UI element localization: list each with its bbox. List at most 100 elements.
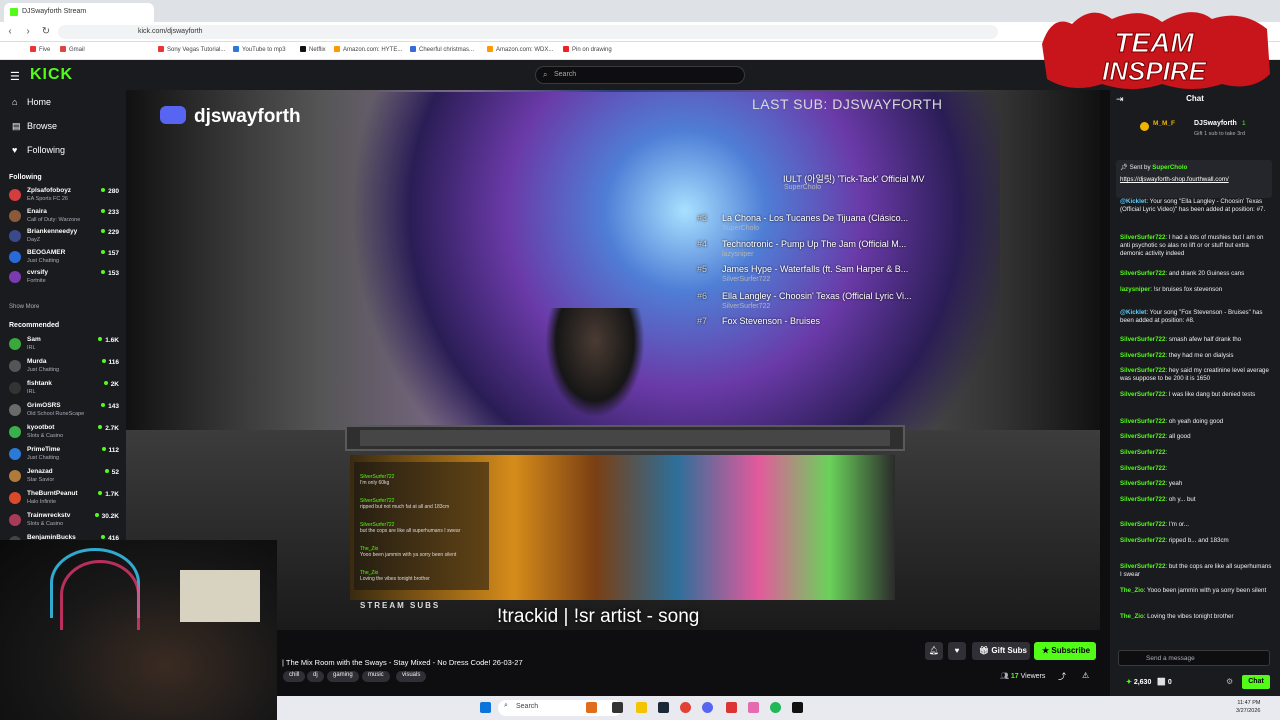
tag-chill[interactable]: chill bbox=[283, 671, 306, 682]
chat-username[interactable]: @Kicklet bbox=[1120, 198, 1146, 205]
bookmark-label: Cheerful christmas... bbox=[419, 47, 475, 53]
chat-text: : and drank 20 Guiness cans bbox=[1165, 270, 1245, 277]
overlay-chat-message: The_Zio Loving the vibes tonight brother bbox=[360, 570, 430, 582]
url-field[interactable]: kick.com/djswayforth bbox=[58, 25, 998, 39]
chat-username[interactable]: SilverSurfer722 bbox=[1120, 418, 1165, 425]
task-view-icon[interactable] bbox=[612, 702, 623, 713]
spotify-icon[interactable] bbox=[770, 702, 781, 713]
bookmark-item[interactable]: Five bbox=[30, 46, 50, 53]
report-icon[interactable]: ⚠ bbox=[1082, 671, 1089, 680]
sidebar-channel[interactable]: Jenazad Star Savior 52 bbox=[9, 468, 121, 488]
recommended-section-label: Recommended bbox=[9, 322, 60, 329]
subscribe-button[interactable]: ★ Subscribe bbox=[1034, 642, 1096, 660]
chat-text: : Yooo been jammin with ya sorry been si… bbox=[1143, 587, 1267, 594]
taskbar-search[interactable]: ⌕ Search bbox=[498, 700, 622, 716]
kick-logo[interactable]: KICK bbox=[30, 66, 73, 84]
app-icon[interactable] bbox=[792, 702, 803, 713]
song-title: IULT (아일릿) 'Tick-Tack' Official MV bbox=[783, 174, 925, 184]
chat-message: SilverSurfer722: yeah bbox=[1120, 480, 1272, 488]
chat-username[interactable]: SilverSurfer722 bbox=[1120, 521, 1165, 528]
back-icon[interactable]: ‹ bbox=[4, 26, 16, 38]
sidebar-channel[interactable]: Briankenneedyy DayZ 229 bbox=[9, 228, 121, 248]
chat-username[interactable]: SilverSurfer722 bbox=[1120, 537, 1165, 544]
bookmark-item[interactable]: YouTube to mp3 bbox=[233, 46, 286, 53]
chat-username[interactable]: SilverSurfer722 bbox=[1120, 234, 1165, 241]
forward-icon[interactable]: › bbox=[22, 26, 34, 38]
bookmark-item[interactable]: Sony Vegas Tutorial... bbox=[158, 46, 225, 53]
sidebar-channel[interactable]: Enaira Call of Duty: Warzone 233 bbox=[9, 208, 121, 228]
sidebar-channel[interactable]: Zplsafofoboyz EA Sports FC 26 280 bbox=[9, 187, 121, 207]
chat-username[interactable]: SilverSurfer722 bbox=[1120, 449, 1165, 456]
tag-dj[interactable]: dj bbox=[307, 671, 324, 682]
chat-send-button[interactable]: Chat bbox=[1242, 675, 1270, 689]
sidebar-channel[interactable]: Sam IRL 1.6K bbox=[9, 336, 121, 356]
start-icon[interactable] bbox=[480, 702, 491, 713]
heart-icon[interactable]: ♥ bbox=[948, 642, 966, 660]
chat-text: : all good bbox=[1165, 433, 1191, 440]
tag-gaming[interactable]: gaming bbox=[327, 671, 359, 682]
sidebar-channel[interactable]: kyootbot Slots & Casino 2.7K bbox=[9, 424, 121, 444]
bookmark-item[interactable]: Amazon.com: HYTE... bbox=[334, 46, 402, 53]
nav-following[interactable]: ♥ Following bbox=[12, 145, 65, 155]
song-title: Ella Langley - Choosin' Texas (Official … bbox=[722, 291, 912, 301]
reload-icon[interactable]: ↻ bbox=[40, 26, 52, 38]
bookmark-item[interactable]: Cheerful christmas... bbox=[410, 46, 474, 53]
queue-position: #7 bbox=[697, 316, 708, 326]
bookmark-item[interactable]: Gmail bbox=[60, 46, 85, 53]
bookmark-item[interactable]: Pin on drawing bbox=[563, 46, 612, 53]
chat-input[interactable]: Send a message bbox=[1118, 650, 1270, 666]
browser-tab[interactable]: DJSwayforth Stream bbox=[4, 3, 154, 22]
sidebar-channel[interactable]: PrimeTime Just Chatting 112 bbox=[9, 446, 121, 466]
nav-home[interactable]: ⌂ Home bbox=[12, 97, 51, 107]
pinned-link[interactable]: https://djswayforth-shop.fourthwall.com/ bbox=[1120, 176, 1272, 184]
menu-icon[interactable]: ☰ bbox=[10, 70, 20, 83]
chat-username[interactable]: SilverSurfer722 bbox=[1120, 480, 1165, 487]
app-icon[interactable] bbox=[748, 702, 759, 713]
sidebar-channel[interactable]: fishtank IRL 2K bbox=[9, 380, 121, 400]
sidebar-channel[interactable]: Murda Just Chatting 116 bbox=[9, 358, 121, 378]
bookmark-item[interactable]: Netflix bbox=[300, 46, 326, 53]
chat-username[interactable]: SilverSurfer722 bbox=[1120, 563, 1165, 570]
app-icon[interactable] bbox=[586, 702, 597, 713]
sidebar-channel[interactable]: Trainwreckstv Slots & Casino 30.2K bbox=[9, 512, 121, 532]
sidebar-channel[interactable]: TheBurntPeanut Halo Infinite 1.7K bbox=[9, 490, 121, 510]
overlay-chat-message: The_Zio Yooo been jammin with ya sorry be… bbox=[360, 546, 456, 558]
bell-icon[interactable]: 🔔︎ bbox=[925, 642, 943, 660]
chat-username[interactable]: lazysniper bbox=[1120, 286, 1150, 293]
sidebar-channel[interactable]: GrimOSRS Old School RuneScape 143 bbox=[9, 402, 121, 422]
chat-settings-icon[interactable]: ⚙ bbox=[1226, 677, 1233, 686]
chat-username[interactable]: SilverSurfer722 bbox=[1120, 270, 1165, 277]
chat-username[interactable]: The_Zio bbox=[1120, 613, 1144, 620]
steam-icon[interactable] bbox=[658, 702, 669, 713]
chat-username[interactable]: SilverSurfer722 bbox=[1120, 336, 1165, 343]
chat-username[interactable]: SilverSurfer722 bbox=[1120, 352, 1165, 359]
bookmark-label: Amazon.com: WDX... bbox=[496, 47, 554, 53]
gift-subs-button[interactable]: 🎁︎ Gift Subs bbox=[972, 642, 1030, 660]
tag-music[interactable]: music bbox=[362, 671, 390, 682]
chat-username[interactable]: SilverSurfer722 bbox=[1120, 391, 1165, 398]
viewer-count: 157 bbox=[101, 250, 119, 257]
app-icon[interactable] bbox=[726, 702, 737, 713]
bookmark-icon bbox=[30, 46, 36, 52]
discord-icon[interactable] bbox=[702, 702, 713, 713]
chat-username[interactable]: SilverSurfer722 bbox=[1120, 367, 1165, 374]
tag-visuals[interactable]: visuals bbox=[396, 671, 427, 682]
search-input[interactable]: ⌕ Search bbox=[535, 66, 745, 84]
chrome-icon[interactable] bbox=[680, 702, 691, 713]
chat-username[interactable]: SilverSurfer722 bbox=[1120, 465, 1165, 472]
chat-username[interactable]: The_Zio bbox=[1120, 587, 1144, 594]
sidebar-channel[interactable]: cvrsify Fortnite 153 bbox=[9, 269, 121, 289]
chat-message: The_Zio: Yooo been jammin with ya sorry … bbox=[1120, 587, 1272, 595]
chat-username[interactable]: SilverSurfer722 bbox=[1120, 496, 1165, 503]
chat-message: SilverSurfer722: oh yeah doing good bbox=[1120, 418, 1272, 426]
share-icon[interactable]: ⤴ bbox=[1058, 671, 1066, 682]
channel-points[interactable]: ✦ 2,630 ⬜ 0 bbox=[1126, 678, 1172, 686]
song-requester: SilverSurfer722 bbox=[722, 276, 771, 283]
chat-username[interactable]: SilverSurfer722 bbox=[1120, 433, 1165, 440]
nav-browse[interactable]: ▤ Browse bbox=[12, 121, 57, 132]
chat-username[interactable]: @Kicklet bbox=[1120, 309, 1146, 316]
show-more-link[interactable]: Show More bbox=[9, 304, 39, 310]
bookmark-item[interactable]: Amazon.com: WDX... bbox=[487, 46, 553, 53]
sidebar-channel[interactable]: BEOGAMER Just Chatting 157 bbox=[9, 249, 121, 269]
file-explorer-icon[interactable] bbox=[636, 702, 647, 713]
